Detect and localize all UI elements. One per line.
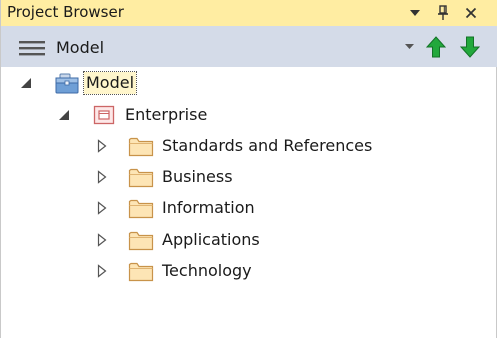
browser-toolbar: Model <box>1 26 497 67</box>
move-down-arrow-icon[interactable] <box>458 35 482 59</box>
expand-arrow-icon[interactable] <box>95 201 109 215</box>
folder-icon <box>128 135 154 157</box>
title-bar[interactable]: Project Browser <box>1 0 497 26</box>
move-up-arrow-icon[interactable] <box>424 35 448 59</box>
tree-node-label: Business <box>162 167 233 186</box>
tree-node-standards-and-references[interactable]: Standards and References <box>95 133 374 159</box>
tree-node-business[interactable]: Business <box>95 164 235 190</box>
current-package-label: Model <box>56 38 105 57</box>
folder-icon <box>128 166 154 188</box>
collapse-arrow-icon[interactable] <box>57 108 71 122</box>
tree-node-technology[interactable]: Technology <box>95 258 254 284</box>
project-browser-panel: Project Browser Model Model Enterprise S… <box>0 0 497 338</box>
close-icon[interactable] <box>461 3 481 23</box>
folder-icon <box>128 197 154 219</box>
collapse-arrow-icon[interactable] <box>19 76 33 90</box>
panel-menu-dropdown-icon[interactable] <box>405 3 425 23</box>
expand-arrow-icon[interactable] <box>95 233 109 247</box>
tree-node-label: Enterprise <box>125 105 208 124</box>
panel-title: Project Browser <box>7 3 124 21</box>
tree-node-model[interactable]: Model <box>19 70 138 96</box>
pin-icon[interactable] <box>433 3 453 23</box>
hamburger-menu-icon[interactable] <box>19 40 47 56</box>
toolbar-dropdown-icon[interactable] <box>403 40 415 54</box>
expand-arrow-icon[interactable] <box>95 264 109 278</box>
tree-node-label: Information <box>162 198 255 217</box>
tree-node-label: Standards and References <box>162 136 373 155</box>
project-tree: Model Enterprise Standards and Reference… <box>1 67 497 338</box>
tree-node-applications[interactable]: Applications <box>95 227 262 253</box>
tree-node-information[interactable]: Information <box>95 195 257 221</box>
expand-arrow-icon[interactable] <box>95 139 109 153</box>
tree-node-label: Model <box>82 71 138 95</box>
package-diagram-icon <box>93 105 115 125</box>
tree-node-enterprise[interactable]: Enterprise <box>57 102 209 128</box>
tree-node-label: Applications <box>162 230 260 249</box>
expand-arrow-icon[interactable] <box>95 170 109 184</box>
model-root-icon <box>55 72 79 94</box>
tree-node-label: Technology <box>162 261 252 280</box>
folder-icon <box>128 229 154 251</box>
folder-icon <box>128 260 154 282</box>
